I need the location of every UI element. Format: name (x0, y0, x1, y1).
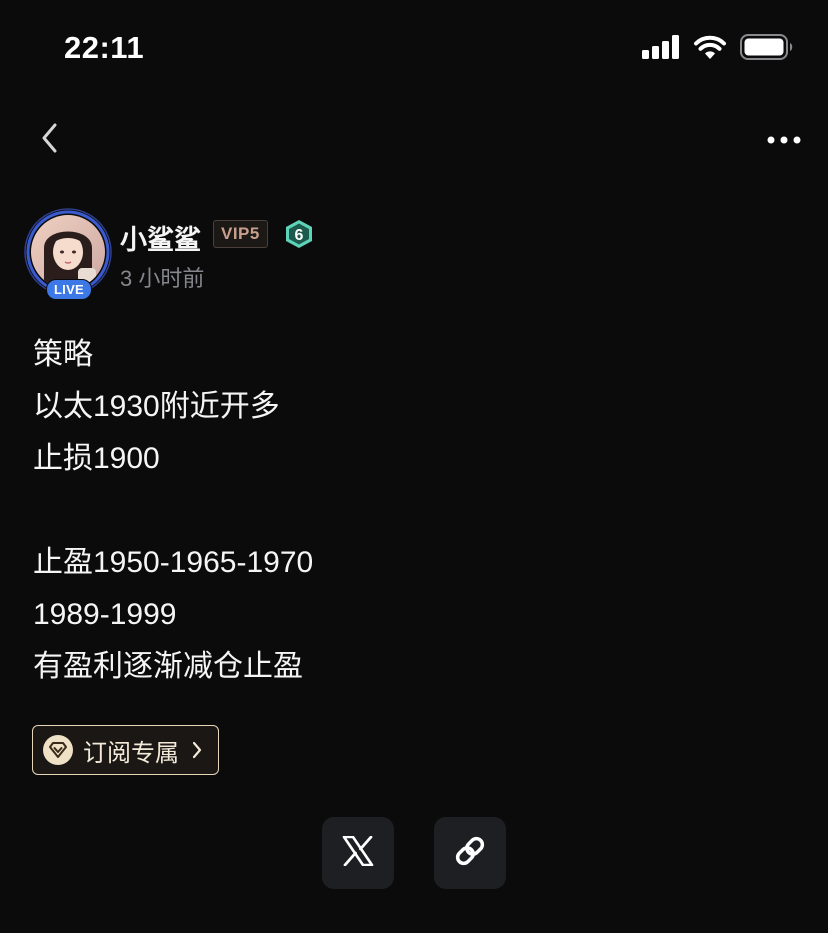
more-button[interactable] (766, 122, 802, 158)
nav-bar (0, 110, 828, 170)
post-line-blank (33, 485, 793, 537)
copy-link-button[interactable] (434, 817, 506, 889)
post-body: 策略 以太1930附近开多 止损1900 止盈1950-1965-1970 19… (33, 329, 793, 693)
back-chevron-icon (40, 122, 60, 159)
level-badge: 6 (283, 219, 315, 249)
post-line: 策略 (33, 338, 93, 371)
status-bar: 22:11 (0, 0, 828, 96)
subscribe-label: 订阅专属 (83, 739, 179, 767)
post-line: 有盈利逐渐减仓止盈 (33, 650, 303, 683)
x-logo-icon (342, 835, 374, 871)
battery-icon (740, 34, 794, 65)
wifi-icon (693, 34, 727, 65)
diamond-heart-icon (42, 734, 74, 766)
chevron-right-icon (191, 740, 203, 760)
author-name[interactable]: 小鲨鲨 (120, 218, 201, 257)
subscribe-exclusive-button[interactable]: 订阅专属 (32, 725, 219, 775)
level-number: 6 (295, 227, 304, 244)
avatar-container[interactable]: LIVE (24, 208, 112, 300)
vip-badge: VIP5 (213, 220, 268, 248)
post-line: 止损1900 (33, 442, 160, 475)
share-x-button[interactable] (322, 817, 394, 889)
post-line: 以太1930附近开多 (33, 390, 280, 423)
back-button[interactable] (30, 118, 70, 162)
more-dots-icon (767, 131, 801, 149)
link-icon (453, 834, 487, 873)
post-time: 3 小时前 (120, 266, 205, 291)
level-hexagon-icon: 6 (286, 220, 312, 248)
status-time: 22:11 (64, 30, 145, 65)
post-line: 止盈1950-1965-1970 (33, 546, 314, 579)
cellular-signal-icon (642, 35, 680, 64)
author-header: LIVE 小鲨鲨 VIP5 6 3 小时前 (24, 208, 804, 300)
post-line: 1989-1999 (33, 598, 177, 631)
status-icons (642, 34, 794, 65)
live-badge: LIVE (46, 279, 92, 300)
